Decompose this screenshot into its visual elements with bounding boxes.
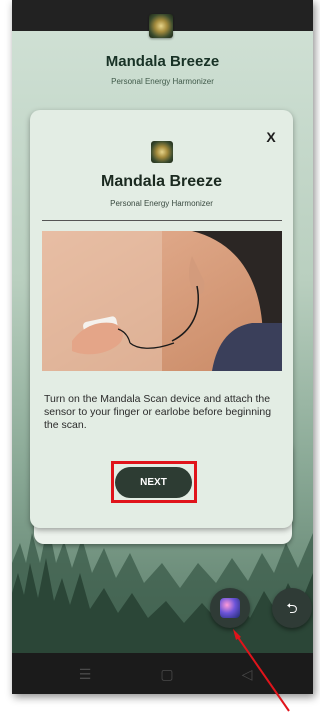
modal-subtitle: Personal Energy Harmonizer <box>110 199 213 208</box>
navigation-bar: ☰ ▢ ◁ <box>12 653 313 694</box>
close-icon[interactable]: X <box>263 129 279 145</box>
modal-logo-icon <box>151 141 173 163</box>
menu-icon[interactable]: ☰ <box>75 664 95 684</box>
instructions-text: Turn on the Mandala Scan device and atta… <box>44 393 272 431</box>
home-icon[interactable]: ▢ <box>157 664 177 684</box>
modal-title: Mandala Breeze <box>101 173 222 190</box>
app-subtitle: Personal Energy Harmonizer <box>111 77 214 86</box>
next-button[interactable]: NEXT <box>115 467 192 498</box>
sensor-illustration <box>42 231 282 371</box>
overlay-app-button[interactable] <box>210 588 250 628</box>
undo-button[interactable]: ⮌ <box>272 588 312 628</box>
app-title: Mandala Breeze <box>105 53 220 70</box>
app-logo-icon <box>149 14 173 38</box>
back-icon[interactable]: ◁ <box>237 664 257 684</box>
divider <box>42 220 282 221</box>
undo-icon: ⮌ <box>286 600 298 616</box>
overlay-app-icon <box>220 598 240 618</box>
